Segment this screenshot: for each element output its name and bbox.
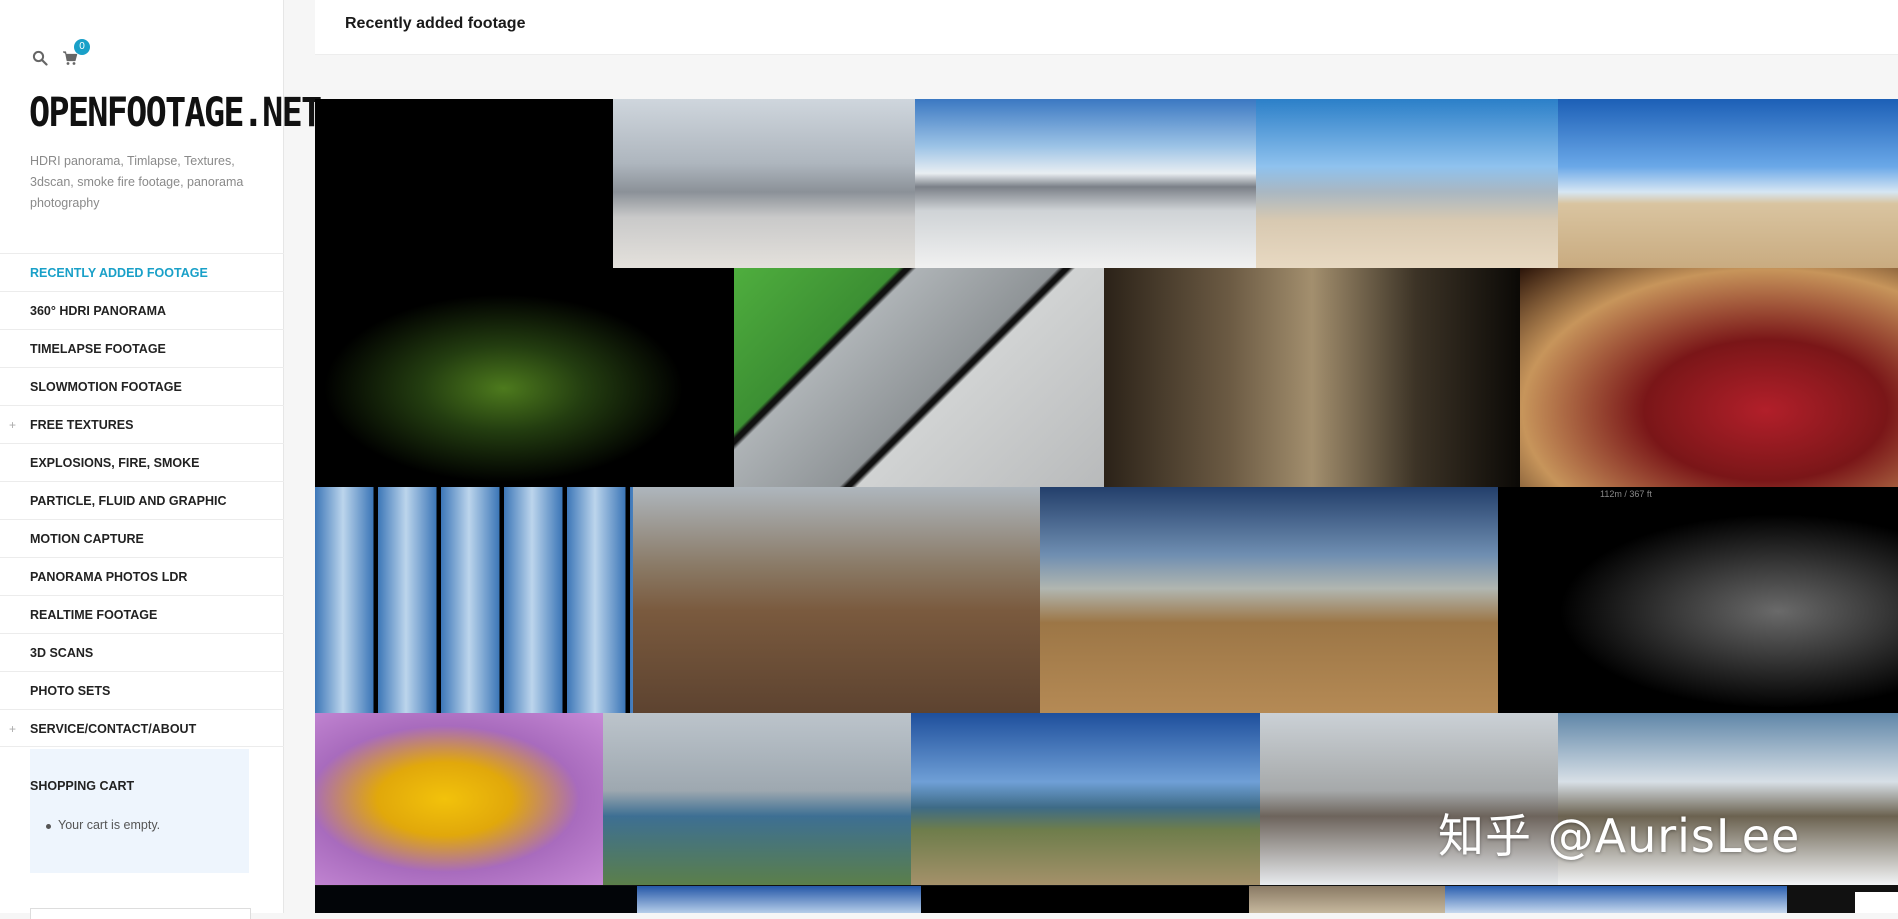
- footage-thumb[interactable]: [921, 886, 1249, 913]
- site-tagline: HDRI panorama, Timlapse, Textures, 3dsca…: [30, 154, 244, 210]
- nav-item-label: Photo sets: [30, 684, 111, 698]
- nav-item-label: 360° HDRI Panorama: [30, 304, 167, 318]
- footage-thumb[interactable]: [315, 886, 637, 913]
- nav-item-label: Realtime footage: [30, 608, 158, 622]
- main-header: Recently added footage: [315, 0, 1898, 55]
- page-title: Recently added footage: [345, 15, 526, 32]
- footage-thumb[interactable]: [911, 713, 1260, 885]
- footage-thumb[interactable]: [315, 268, 734, 487]
- nav-item-service-contact[interactable]: + Service/Contact/About: [0, 709, 284, 747]
- footage-thumb[interactable]: 112m / 367 ft: [1498, 487, 1898, 713]
- footage-thumb[interactable]: [613, 99, 915, 268]
- nav-item-explosions[interactable]: Explosions, fire, smoke: [0, 443, 284, 481]
- shopping-cart-widget: Shopping cart Your cart is empty.: [30, 749, 249, 873]
- footage-thumb[interactable]: [1558, 99, 1898, 268]
- nav-item-motion-capture[interactable]: Motion capture: [0, 519, 284, 557]
- footage-thumb[interactable]: [315, 487, 633, 713]
- expand-plus-icon[interactable]: +: [9, 710, 16, 748]
- sidebar-search-box[interactable]: [30, 908, 251, 919]
- footage-thumb[interactable]: [637, 886, 921, 913]
- footage-thumb[interactable]: [633, 487, 1040, 713]
- nav-item-particle-fluid[interactable]: Particle, fluid and graphic: [0, 481, 284, 519]
- nav-item-label: Motion capture: [30, 532, 144, 546]
- nav-item-free-textures[interactable]: + Free Textures: [0, 405, 284, 443]
- nav-item-label: 3D scans: [30, 646, 94, 660]
- sidebar: 0 OPENFOOTAGE.NET HDRI panorama, Timlaps…: [0, 0, 322, 919]
- site-logo[interactable]: OPENFOOTAGE.NET: [29, 85, 322, 141]
- footage-thumb[interactable]: [1104, 268, 1520, 487]
- search-icon[interactable]: [32, 50, 48, 66]
- nav-item-realtime[interactable]: Realtime footage: [0, 595, 284, 633]
- footage-thumb[interactable]: [1040, 487, 1498, 713]
- smoke-measure-label: 112m / 367 ft: [1600, 489, 1652, 499]
- footage-thumb[interactable]: [1256, 99, 1558, 268]
- nav-item-label: Particle, fluid and graphic: [30, 494, 227, 508]
- nav-item-3d-scans[interactable]: 3D scans: [0, 633, 284, 671]
- nav-item-label: Recently added footage: [30, 266, 208, 280]
- footage-thumb[interactable]: [1445, 886, 1787, 913]
- cart-empty-message: Your cart is empty.: [45, 818, 161, 832]
- nav-item-label: Service/Contact/About: [30, 722, 197, 736]
- nav-item-hdri-panorama[interactable]: 360° HDRI Panorama: [0, 291, 284, 329]
- nav-item-label: Slowmotion footage: [30, 380, 182, 394]
- footage-thumb[interactable]: [734, 268, 1104, 487]
- footage-thumb[interactable]: [603, 713, 911, 885]
- footage-grid: 112m / 367 ft: [315, 99, 1898, 913]
- footage-thumb[interactable]: [1249, 886, 1445, 913]
- nav-item-panorama-ldr[interactable]: Panorama photos LDR: [0, 557, 284, 595]
- nav-item-label: Free Textures: [30, 418, 134, 432]
- main-nav: Recently added footage 360° HDRI Panoram…: [0, 253, 284, 747]
- nav-item-photo-sets[interactable]: Photo sets: [0, 671, 284, 709]
- cart-widget-title: Shopping cart: [30, 779, 135, 793]
- footage-thumb[interactable]: [1520, 268, 1898, 487]
- nav-item-label: Timelapse footage: [30, 342, 166, 356]
- footage-thumb[interactable]: [915, 99, 1256, 268]
- footage-thumb[interactable]: [315, 99, 613, 268]
- expand-plus-icon[interactable]: +: [9, 406, 16, 444]
- nav-item-label: Panorama photos LDR: [30, 570, 188, 584]
- cart-count-badge: 0: [74, 39, 90, 55]
- nav-item-label: Explosions, fire, smoke: [30, 456, 200, 470]
- footage-thumb[interactable]: [1855, 892, 1898, 913]
- nav-item-slowmotion[interactable]: Slowmotion footage: [0, 367, 284, 405]
- nav-item-timelapse[interactable]: Timelapse footage: [0, 329, 284, 367]
- footage-thumb[interactable]: [315, 713, 603, 885]
- nav-item-recently-added[interactable]: Recently added footage: [0, 253, 284, 291]
- watermark-text: 知乎 @AurisLee: [1438, 809, 1801, 863]
